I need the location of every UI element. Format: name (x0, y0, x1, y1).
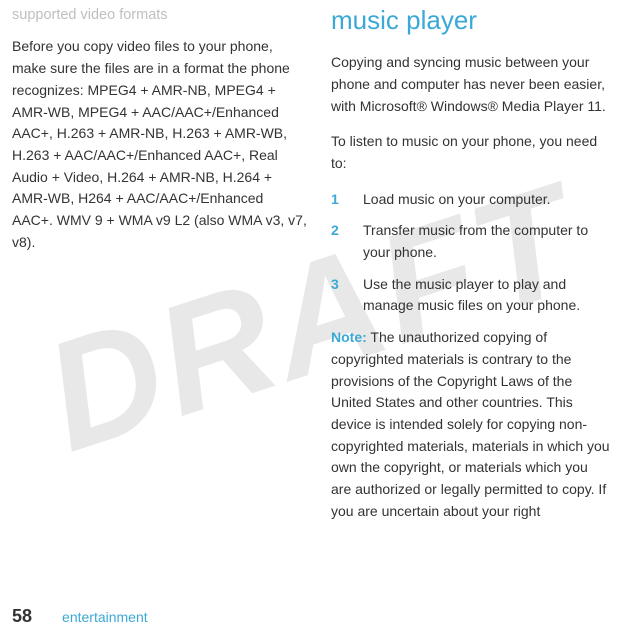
step-item: 2 Transfer music from the computer to yo… (331, 220, 611, 263)
page-content: supported video formats Before you copy … (0, 0, 623, 595)
step-item: 3 Use the music player to play and manag… (331, 274, 611, 317)
music-intro: Copying and syncing music between your p… (331, 52, 611, 117)
step-text: Load music on your computer. (363, 189, 611, 211)
footer-section-label: entertainment (62, 609, 148, 625)
subheading-video-formats: supported video formats (12, 4, 307, 26)
video-formats-body: Before you copy video files to your phon… (12, 36, 307, 253)
note-label: Note: (331, 329, 367, 345)
step-number: 3 (331, 274, 363, 317)
heading-music-player: music player (331, 0, 611, 40)
page-footer: 58 entertainment (12, 606, 148, 627)
step-number: 1 (331, 189, 363, 211)
step-number: 2 (331, 220, 363, 263)
step-text: Use the music player to play and manage … (363, 274, 611, 317)
left-column: supported video formats Before you copy … (12, 4, 307, 595)
note-body: The unauthorized copying of copyrighted … (331, 329, 610, 519)
music-lead: To listen to music on your phone, you ne… (331, 131, 611, 174)
note-paragraph: Note: The unauthorized copying of copyri… (331, 327, 611, 522)
step-item: 1 Load music on your computer. (331, 189, 611, 211)
page-number: 58 (12, 606, 32, 627)
right-column: music player Copying and syncing music b… (331, 4, 611, 595)
step-text: Transfer music from the computer to your… (363, 220, 611, 263)
